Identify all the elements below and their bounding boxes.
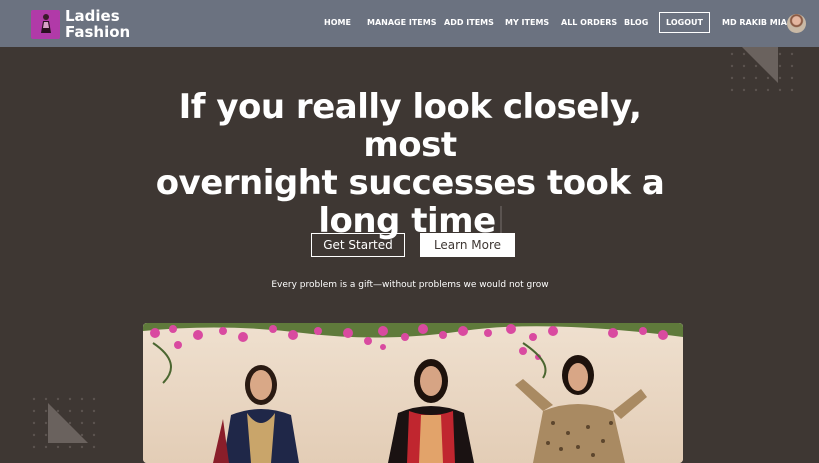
avatar[interactable]	[787, 14, 806, 33]
nav-blog[interactable]: BLOG	[624, 18, 648, 27]
learn-more-button[interactable]: Learn More	[420, 233, 515, 257]
get-started-button[interactable]: Get Started	[311, 233, 405, 257]
brand-line1: Ladies	[65, 7, 120, 25]
navbar: Ladies Fashion HOME MANAGE ITEMS ADD ITE…	[0, 0, 819, 47]
brand-name: Ladies Fashion	[65, 8, 130, 40]
hero-title-line1: If you really look closely, most	[178, 87, 642, 165]
hero-title: If you really look closely, most overnig…	[130, 88, 690, 240]
nav-add-items[interactable]: ADD ITEMS	[444, 18, 494, 27]
logout-button[interactable]: LOGOUT	[659, 12, 710, 33]
triangle-decoration	[48, 403, 88, 443]
logo-icon	[31, 9, 60, 39]
brand-line2: Fashion	[65, 23, 131, 41]
user-name: MD RAKIB MIA	[722, 18, 787, 27]
hero-subtitle: Every problem is a gift—without problems…	[271, 280, 549, 290]
typing-cursor	[499, 206, 502, 236]
brand-logo[interactable]: Ladies Fashion	[31, 8, 130, 40]
hero-title-line2: overnight successes took a	[155, 163, 665, 203]
triangle-decoration	[742, 47, 778, 83]
nav-home[interactable]: HOME	[324, 18, 351, 27]
nav-all-orders[interactable]: ALL ORDERS	[561, 18, 617, 27]
nav-my-items[interactable]: MY ITEMS	[505, 18, 549, 27]
nav-manage-items[interactable]: MANAGE ITEMS	[367, 18, 436, 27]
hero-banner-image	[143, 323, 683, 463]
